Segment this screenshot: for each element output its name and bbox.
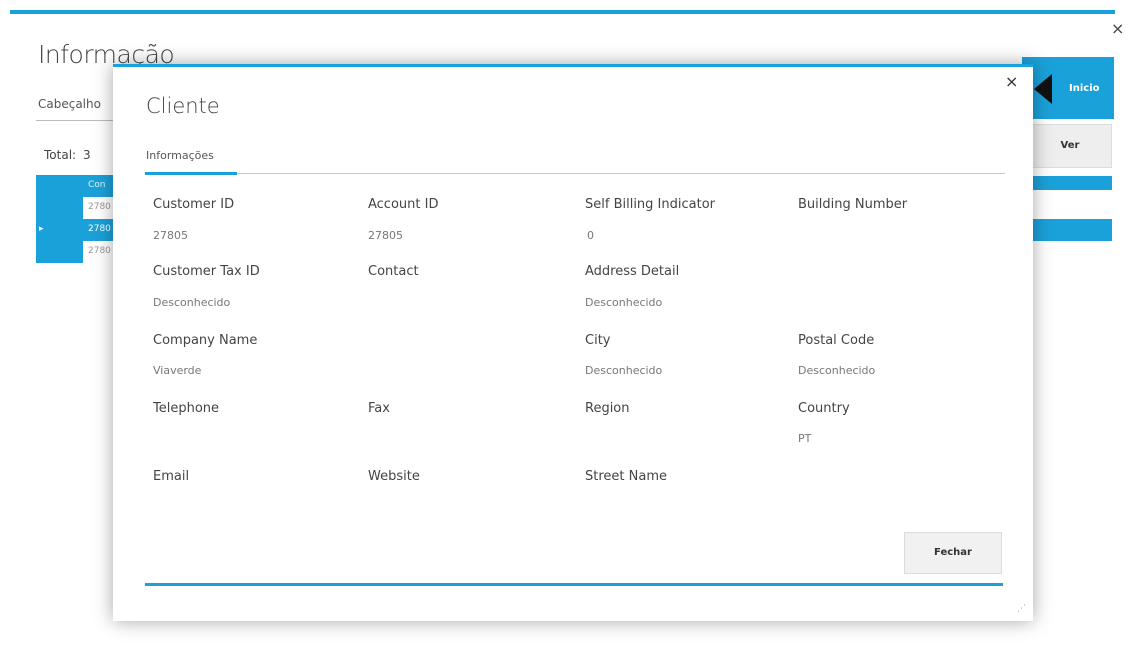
customer-id-value: 27805 [153,229,188,242]
cliente-dialog: × Cliente Informações Customer ID 27805 … [113,64,1033,621]
resize-grip-icon[interactable]: ⋰ [1017,604,1026,614]
city-label: City [585,333,611,348]
dialog-accent-bar [113,64,1033,67]
back-arrow-icon [1034,74,1052,104]
grid-row-header [36,197,83,219]
fechar-button[interactable]: Fechar [904,532,1002,574]
postal-code-value: Desconhecido [798,364,876,377]
building-number-label: Building Number [798,197,908,212]
window-accent-bar [10,10,1115,14]
active-tab-indicator [145,172,237,175]
tab-cabecalho[interactable]: Cabeçalho [38,97,101,111]
website-label: Website [368,469,420,484]
customer-tax-id-label: Customer Tax ID [153,264,260,279]
dialog-footer-accent-bar [145,583,1003,586]
company-name-label: Company Name [153,333,258,348]
contact-label: Contact [368,264,419,279]
address-detail-label: Address Detail [585,264,680,279]
table-row[interactable]: 2780 [36,197,116,219]
total-label: Total: [44,148,77,162]
telephone-label: Telephone [153,401,220,416]
email-label: Email [153,469,190,484]
country-value: PT [798,432,812,445]
dialog-close-icon[interactable]: × [1005,72,1018,91]
address-detail-value: Desconhecido [585,296,663,309]
customer-id-label: Customer ID [153,197,235,212]
window-close-icon[interactable]: × [1111,19,1124,38]
customer-tax-id-value: Desconhecido [153,296,231,309]
side-accent-strip [1028,176,1112,190]
city-value: Desconhecido [585,364,663,377]
self-billing-indicator-value: 0 [587,229,594,242]
postal-code-label: Postal Code [798,333,875,348]
company-name-value: Viaverde [153,364,202,377]
grid-header-row: Con [36,175,116,197]
row-indicator-icon: ▸ [39,224,44,234]
self-billing-indicator-label: Self Billing Indicator [585,197,716,212]
inicio-button[interactable]: Inicio [1022,57,1114,119]
total-value: 3 [83,148,91,162]
region-label: Region [585,401,630,416]
account-id-label: Account ID [368,197,439,212]
grid-row-header [36,175,83,197]
grid-cell[interactable]: 2780 [83,241,116,263]
street-name-label: Street Name [585,469,667,484]
side-accent-strip [1028,219,1112,241]
grid-row-header [36,241,83,263]
fax-label: Fax [368,401,390,416]
grid-row-header: ▸ [36,219,83,241]
records-grid: Con 2780 ▸ 2780 2780 [36,175,116,267]
tab-divider [145,173,1005,174]
table-row-selected[interactable]: ▸ 2780 [36,219,116,241]
tab-informacoes[interactable]: Informações [146,149,214,162]
account-id-value: 27805 [368,229,403,242]
grid-cell[interactable]: 2780 [83,219,116,241]
table-row[interactable]: 2780 [36,241,116,263]
dialog-title: Cliente [146,94,220,118]
inicio-button-label: Inicio [1069,83,1100,94]
country-label: Country [798,401,850,416]
ver-button[interactable]: Ver [1028,124,1112,168]
grid-column-header[interactable]: Con [83,175,116,197]
grid-cell[interactable]: 2780 [83,197,116,219]
